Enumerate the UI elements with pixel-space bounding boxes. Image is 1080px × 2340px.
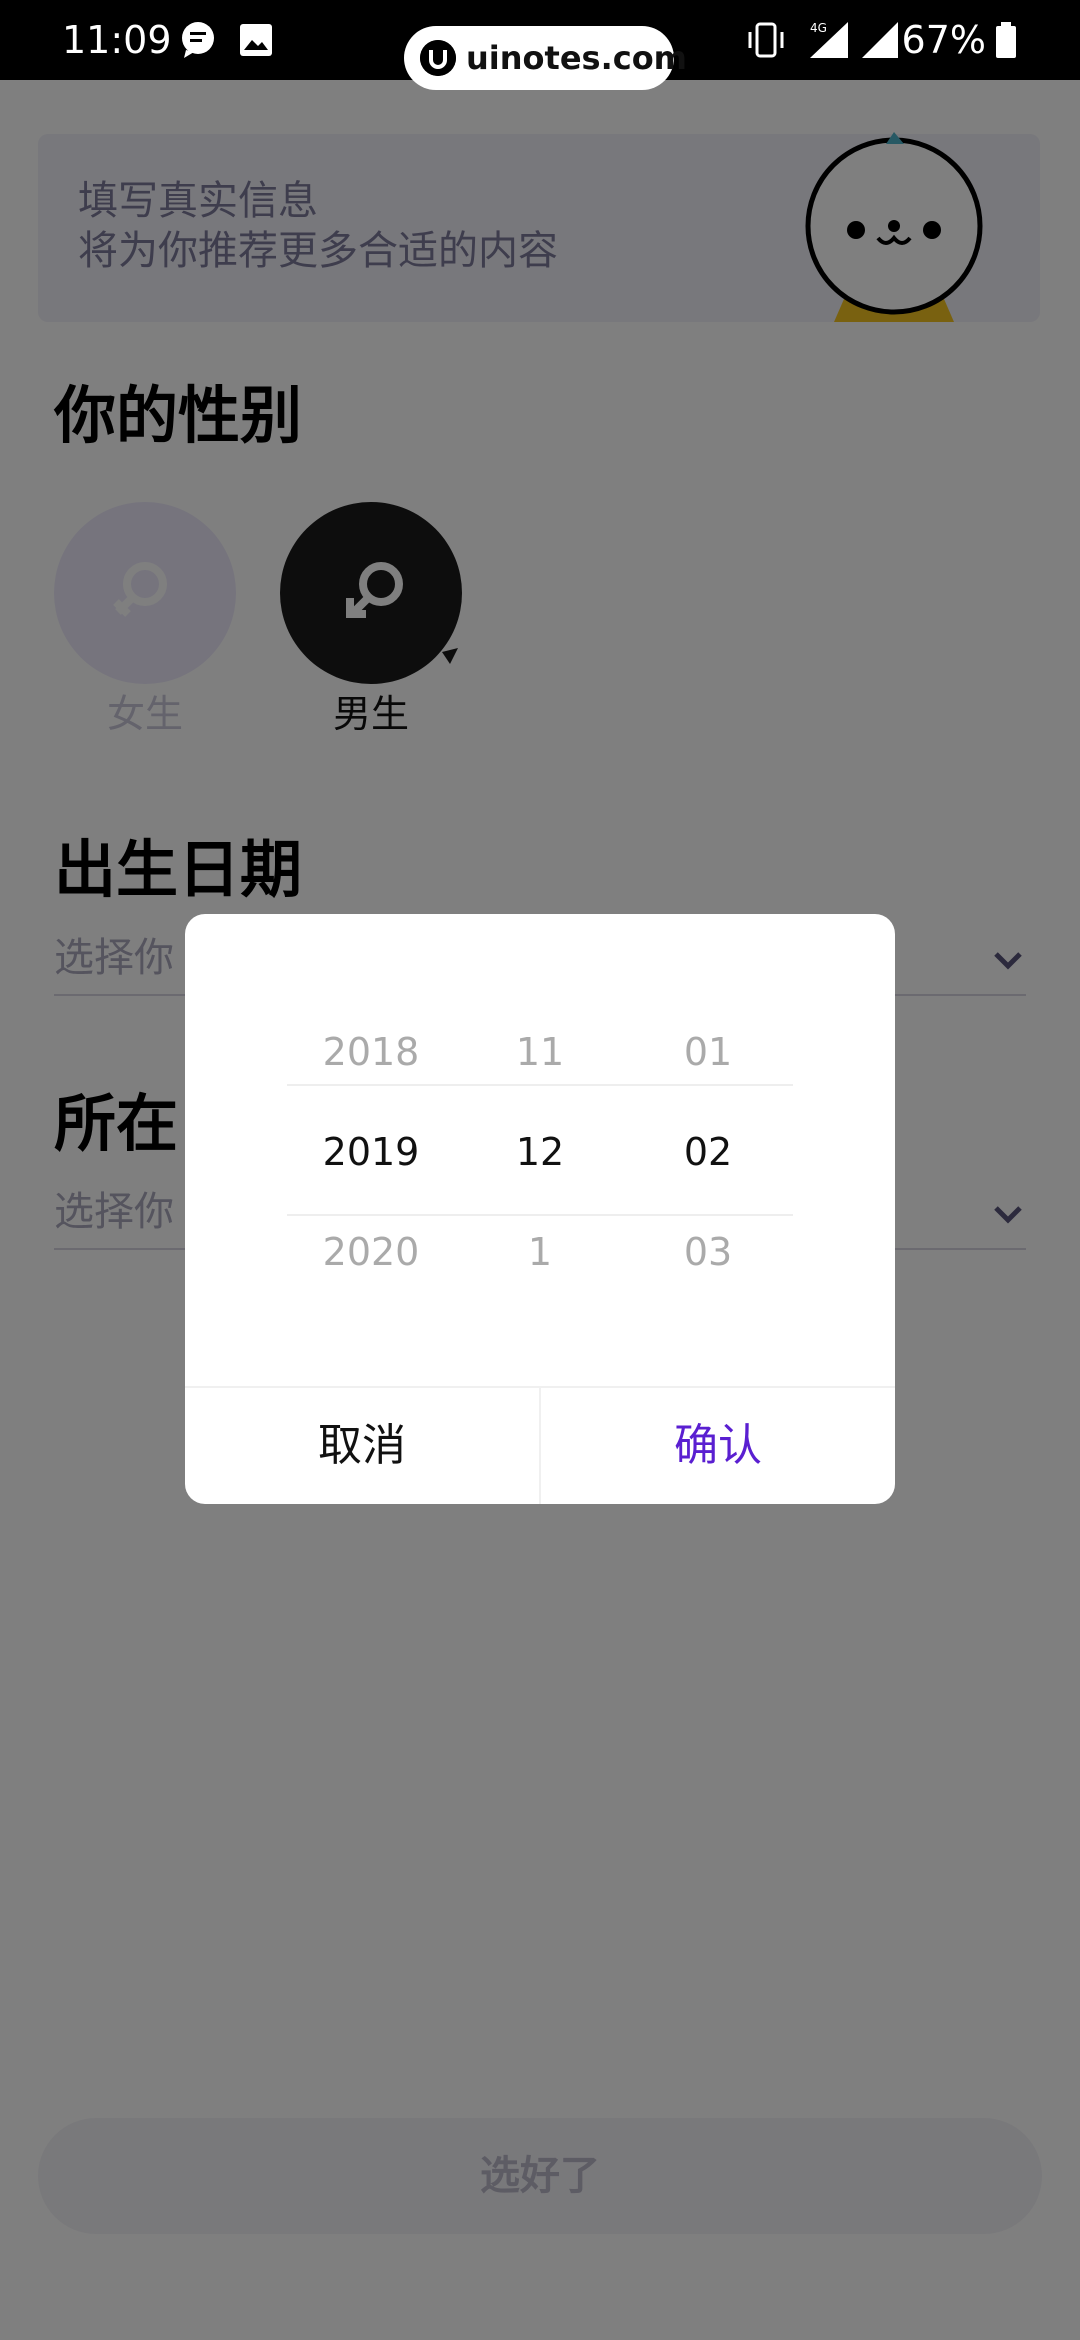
- image-icon: [234, 18, 278, 62]
- year-option[interactable]: 2018: [286, 1026, 456, 1078]
- month-option[interactable]: 1: [455, 1226, 625, 1278]
- year-option-selected[interactable]: 2019: [286, 1126, 456, 1178]
- year-wheel[interactable]: 2018 2019 2020: [286, 914, 456, 1384]
- month-option-selected[interactable]: 12: [455, 1126, 625, 1178]
- date-picker-wheels: 2018 2019 2020 11 12 1 01 02 03: [185, 914, 895, 1384]
- day-option[interactable]: 03: [623, 1226, 793, 1278]
- status-time: 11:09: [62, 18, 172, 62]
- month-wheel[interactable]: 11 12 1: [455, 914, 625, 1384]
- year-option[interactable]: 2020: [286, 1226, 456, 1278]
- confirm-button[interactable]: 确认: [541, 1388, 895, 1504]
- day-option-selected[interactable]: 02: [623, 1126, 793, 1178]
- battery-level: 67%: [901, 18, 986, 62]
- message-icon: [176, 18, 220, 62]
- day-option[interactable]: 01: [623, 1026, 793, 1078]
- watermark-logo-icon: [420, 40, 456, 76]
- watermark-badge: uinotes.com: [404, 26, 687, 90]
- month-option[interactable]: 11: [455, 1026, 625, 1078]
- battery-icon: [994, 18, 1038, 62]
- signal-icon: [860, 18, 904, 62]
- watermark-text: uinotes.com: [466, 39, 688, 77]
- 4g-signal-icon: 4G: [796, 18, 848, 62]
- svg-text:4G: 4G: [810, 21, 827, 35]
- date-picker-dialog: 2018 2019 2020 11 12 1 01 02 03 取消 确认: [185, 914, 895, 1504]
- cancel-button[interactable]: 取消: [185, 1388, 539, 1504]
- vibrate-icon: [744, 18, 788, 62]
- day-wheel[interactable]: 01 02 03: [623, 914, 793, 1384]
